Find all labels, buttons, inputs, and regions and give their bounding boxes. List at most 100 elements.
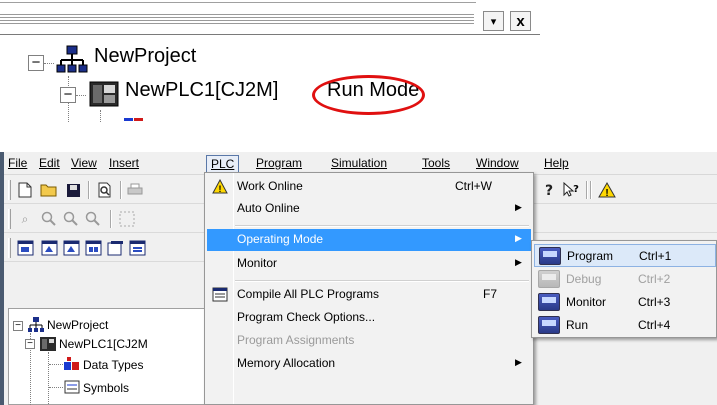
menu-item-label: Work Online	[237, 179, 303, 193]
menu-item-label: Program Check Options...	[237, 310, 376, 324]
toolbar-separator	[586, 181, 588, 199]
menu-item-auto-online[interactable]: Auto Online ▶	[207, 198, 531, 220]
print-preview-icon[interactable]	[94, 180, 116, 200]
submenu-item-run[interactable]: Run Ctrl+4	[534, 314, 716, 337]
plc-device-icon	[88, 78, 120, 110]
menu-item-label: Compile All PLC Programs	[237, 287, 380, 301]
svg-text:?: ?	[573, 184, 579, 195]
submenu-item-label: Program	[567, 249, 614, 263]
panel-title-grip[interactable]	[0, 14, 474, 26]
menu-item-memory-allocation[interactable]: Memory Allocation ▶	[207, 353, 531, 375]
tree-collapse-toggle[interactable]: −	[13, 321, 23, 331]
menu-file[interactable]: File	[4, 155, 31, 173]
context-help-icon[interactable]: ?	[560, 180, 582, 200]
menu-item-shortcut: F7	[483, 287, 498, 301]
submenu-item-monitor[interactable]: Monitor Ctrl+3	[534, 291, 716, 314]
menu-item-monitor[interactable]: Monitor ▶	[207, 253, 531, 275]
top-divider	[0, 2, 476, 3]
menu-item-program-assignments: Program Assignments	[207, 330, 531, 352]
tree-item-data-types[interactable]: Data Types	[83, 358, 143, 372]
tree-collapse-toggle[interactable]: −	[28, 55, 44, 71]
menu-separator	[235, 225, 529, 227]
tree-connector	[48, 352, 49, 404]
tree-collapse-toggle[interactable]: −	[60, 87, 76, 103]
menu-simulation[interactable]: Simulation	[327, 155, 391, 173]
print-icon[interactable]	[124, 180, 146, 200]
chevron-down-icon: ▾	[490, 15, 497, 28]
window-1-icon[interactable]	[14, 238, 36, 258]
plc-device-icon	[39, 336, 57, 352]
new-file-icon[interactable]	[14, 180, 36, 200]
menu-item-compile-all[interactable]: Compile All PLC Programs F7	[207, 284, 531, 306]
save-icon[interactable]	[62, 180, 84, 200]
menu-window[interactable]: Window	[472, 155, 523, 173]
monitor-mode-icon	[538, 293, 560, 311]
window-6-icon[interactable]	[126, 238, 148, 258]
plc-menu: ! Work Online Ctrl+W Auto Online ▶ Opera…	[204, 172, 534, 405]
project-tree-pane: − NewProject − NewPLC1[CJ2M Data Types S…	[8, 308, 208, 405]
menu-view[interactable]: View	[67, 155, 101, 173]
menu-edit[interactable]: Edit	[35, 155, 64, 173]
warning-icon[interactable]: !	[596, 180, 618, 200]
window-4-icon[interactable]	[82, 238, 104, 258]
data-types-icon	[64, 357, 80, 371]
toolbar-grip[interactable]	[8, 180, 11, 200]
chevron-right-icon: ▶	[515, 202, 522, 212]
tree-item-project[interactable]: NewProject	[47, 318, 108, 332]
open-folder-icon[interactable]	[38, 180, 60, 200]
tree-connector	[49, 387, 63, 388]
menu-item-work-online[interactable]: ! Work Online Ctrl+W	[207, 176, 531, 198]
menu-item-program-check-options[interactable]: Program Check Options...	[207, 307, 531, 329]
svg-text:!: !	[219, 184, 222, 194]
data-types-icon	[124, 113, 146, 121]
submenu-item-shortcut: Ctrl+2	[638, 272, 671, 286]
menu-insert[interactable]: Insert	[105, 155, 143, 173]
grid-icon[interactable]	[116, 209, 138, 229]
program-mode-icon	[539, 247, 561, 265]
toolbar-separator	[590, 181, 592, 199]
menu-item-label: Memory Allocation	[237, 356, 336, 370]
tree-collapse-toggle[interactable]: −	[25, 339, 35, 349]
toolbar-separator	[88, 181, 90, 199]
svg-text:?: ?	[545, 183, 553, 198]
symbols-icon	[64, 380, 80, 394]
tree-item-plc-label[interactable]: NewPLC1[CJ2M]	[125, 79, 278, 102]
menu-tools[interactable]: Tools	[418, 155, 454, 173]
toolbar-separator	[110, 210, 112, 228]
submenu-item-program[interactable]: Program Ctrl+1	[534, 244, 716, 267]
find-icon[interactable]: ⌕	[14, 209, 36, 229]
warning-icon: !	[211, 178, 229, 195]
menu-item-shortcut: Ctrl+W	[455, 179, 492, 193]
debug-mode-icon	[538, 270, 560, 288]
panel-dropdown-button[interactable]: ▾	[483, 11, 504, 31]
compile-icon	[211, 286, 229, 303]
chevron-right-icon: ▶	[515, 233, 522, 243]
tree-item-symbols[interactable]: Symbols	[83, 381, 129, 395]
submenu-item-debug: Debug Ctrl+2	[534, 268, 716, 291]
menu-program[interactable]: Program	[252, 155, 306, 173]
toolbar-grip[interactable]	[8, 209, 11, 229]
menu-separator	[235, 280, 529, 282]
submenu-item-shortcut: Ctrl+4	[638, 318, 671, 332]
submenu-item-label: Debug	[566, 272, 602, 286]
menu-item-operating-mode[interactable]: Operating Mode ▶	[207, 229, 531, 251]
toolbar-grip[interactable]	[8, 238, 11, 258]
window-5-icon[interactable]	[104, 238, 126, 258]
help-icon[interactable]: ?	[538, 180, 560, 200]
zoom-in-icon[interactable]	[60, 209, 82, 229]
zoom-out-icon[interactable]	[38, 209, 60, 229]
run-mode-icon	[538, 316, 560, 334]
zoom-icon[interactable]	[82, 209, 104, 229]
toolbar-separator	[120, 181, 122, 199]
chevron-right-icon: ▶	[515, 357, 522, 367]
menu-item-label: Program Assignments	[237, 333, 355, 347]
tree-item-project-label[interactable]: NewProject	[94, 45, 196, 68]
submenu-item-label: Monitor	[566, 295, 607, 309]
window-3-icon[interactable]	[60, 238, 82, 258]
window-2-icon[interactable]	[38, 238, 60, 258]
menu-plc[interactable]: PLC	[206, 155, 240, 173]
tree-item-plc[interactable]: NewPLC1[CJ2M	[59, 337, 148, 351]
panel-close-button[interactable]: x	[510, 11, 531, 31]
menu-help[interactable]: Help	[540, 155, 573, 173]
operating-mode-submenu: Program Ctrl+1 Debug Ctrl+2 Monitor Ctrl…	[531, 240, 717, 338]
